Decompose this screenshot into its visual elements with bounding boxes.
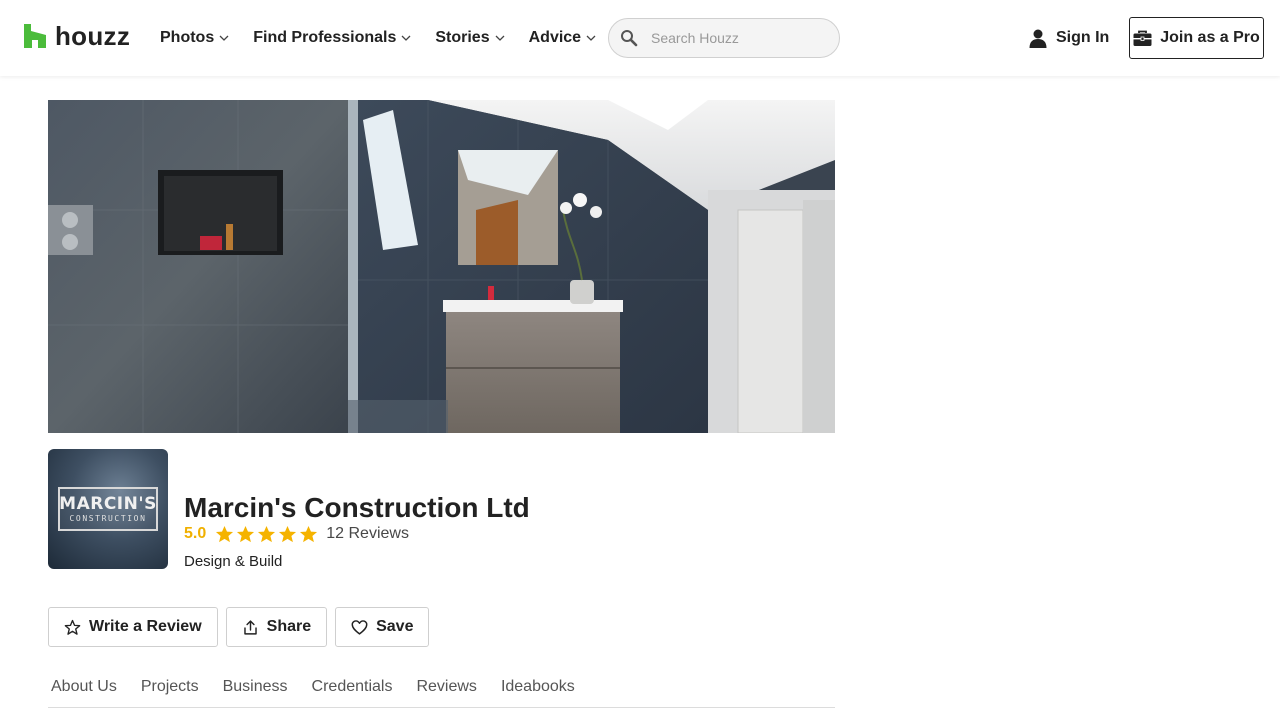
star-rating — [215, 525, 320, 544]
nav-item-advice[interactable]: Advice — [529, 28, 596, 48]
pro-name: Marcin's Construction Ltd — [184, 492, 530, 523]
nav-item-find-professionals[interactable]: Find Professionals — [253, 28, 411, 48]
houzz-logo-icon — [24, 24, 46, 48]
bathroom-photo-illustration — [48, 100, 835, 433]
nav-label: Photos — [160, 29, 215, 46]
rating-row[interactable]: 5.0 12 Reviews — [184, 523, 409, 545]
cover-photo[interactable] — [48, 100, 835, 433]
save-label: Save — [376, 618, 414, 635]
tab-about-us[interactable]: About Us — [51, 670, 117, 707]
rating-value: 5.0 — [184, 525, 207, 542]
star-icon — [258, 525, 276, 542]
main-nav: Photos Find Professionals Stories Advice — [160, 28, 620, 48]
nav-item-photos[interactable]: Photos — [160, 28, 229, 48]
user-icon — [1029, 29, 1047, 48]
chevron-down-icon — [219, 35, 229, 41]
action-buttons: Write a Review Share Save — [48, 607, 437, 647]
star-icon — [216, 525, 234, 542]
logo-main-text: MARCIN'S — [59, 493, 157, 514]
star-icon — [237, 525, 255, 542]
top-header: houzz Photos Find Professionals Stories … — [0, 0, 1280, 76]
share-label: Share — [266, 618, 312, 635]
star-icon — [300, 525, 318, 542]
save-button[interactable]: Save — [335, 607, 430, 647]
profile-tabs: About Us Projects Business Credentials R… — [48, 670, 835, 708]
sign-in-label: Sign In — [1056, 29, 1110, 46]
pro-category: Design & Build — [184, 553, 283, 570]
search-box[interactable] — [608, 18, 840, 58]
chevron-down-icon — [586, 35, 596, 41]
tab-projects[interactable]: Projects — [141, 670, 199, 707]
logo-sub-text: CONSTRUCTION — [69, 513, 147, 523]
join-as-pro-button[interactable]: Join as a Pro — [1129, 17, 1264, 59]
sign-in-link[interactable]: Sign In — [1028, 28, 1109, 48]
search-icon[interactable] — [620, 29, 638, 47]
join-label: Join as a Pro — [1160, 29, 1260, 46]
chevron-down-icon — [401, 35, 411, 41]
tab-ideabooks[interactable]: Ideabooks — [501, 670, 575, 707]
briefcase-icon — [1133, 30, 1152, 46]
heart-icon — [351, 619, 368, 635]
star-icon — [279, 525, 297, 542]
company-logo: MARCIN'S CONSTRUCTION — [58, 487, 158, 531]
write-review-label: Write a Review — [89, 618, 202, 635]
share-button[interactable]: Share — [225, 607, 328, 647]
tab-reviews[interactable]: Reviews — [416, 670, 476, 707]
nav-item-stories[interactable]: Stories — [435, 28, 505, 48]
nav-label: Stories — [435, 29, 490, 46]
write-review-button[interactable]: Write a Review — [48, 607, 218, 647]
nav-label: Find Professionals — [253, 29, 397, 46]
search-input[interactable] — [651, 30, 821, 46]
pro-avatar[interactable]: MARCIN'S CONSTRUCTION — [48, 449, 168, 569]
review-count-link[interactable]: 12 Reviews — [326, 525, 409, 543]
brand-name: houzz — [55, 21, 131, 51]
tab-credentials[interactable]: Credentials — [312, 670, 393, 707]
star-outline-icon — [64, 619, 81, 635]
tab-business[interactable]: Business — [223, 670, 288, 707]
share-icon — [243, 619, 257, 635]
houzz-logo[interactable]: houzz — [24, 22, 130, 50]
nav-label: Advice — [528, 29, 582, 46]
chevron-down-icon — [495, 35, 505, 41]
